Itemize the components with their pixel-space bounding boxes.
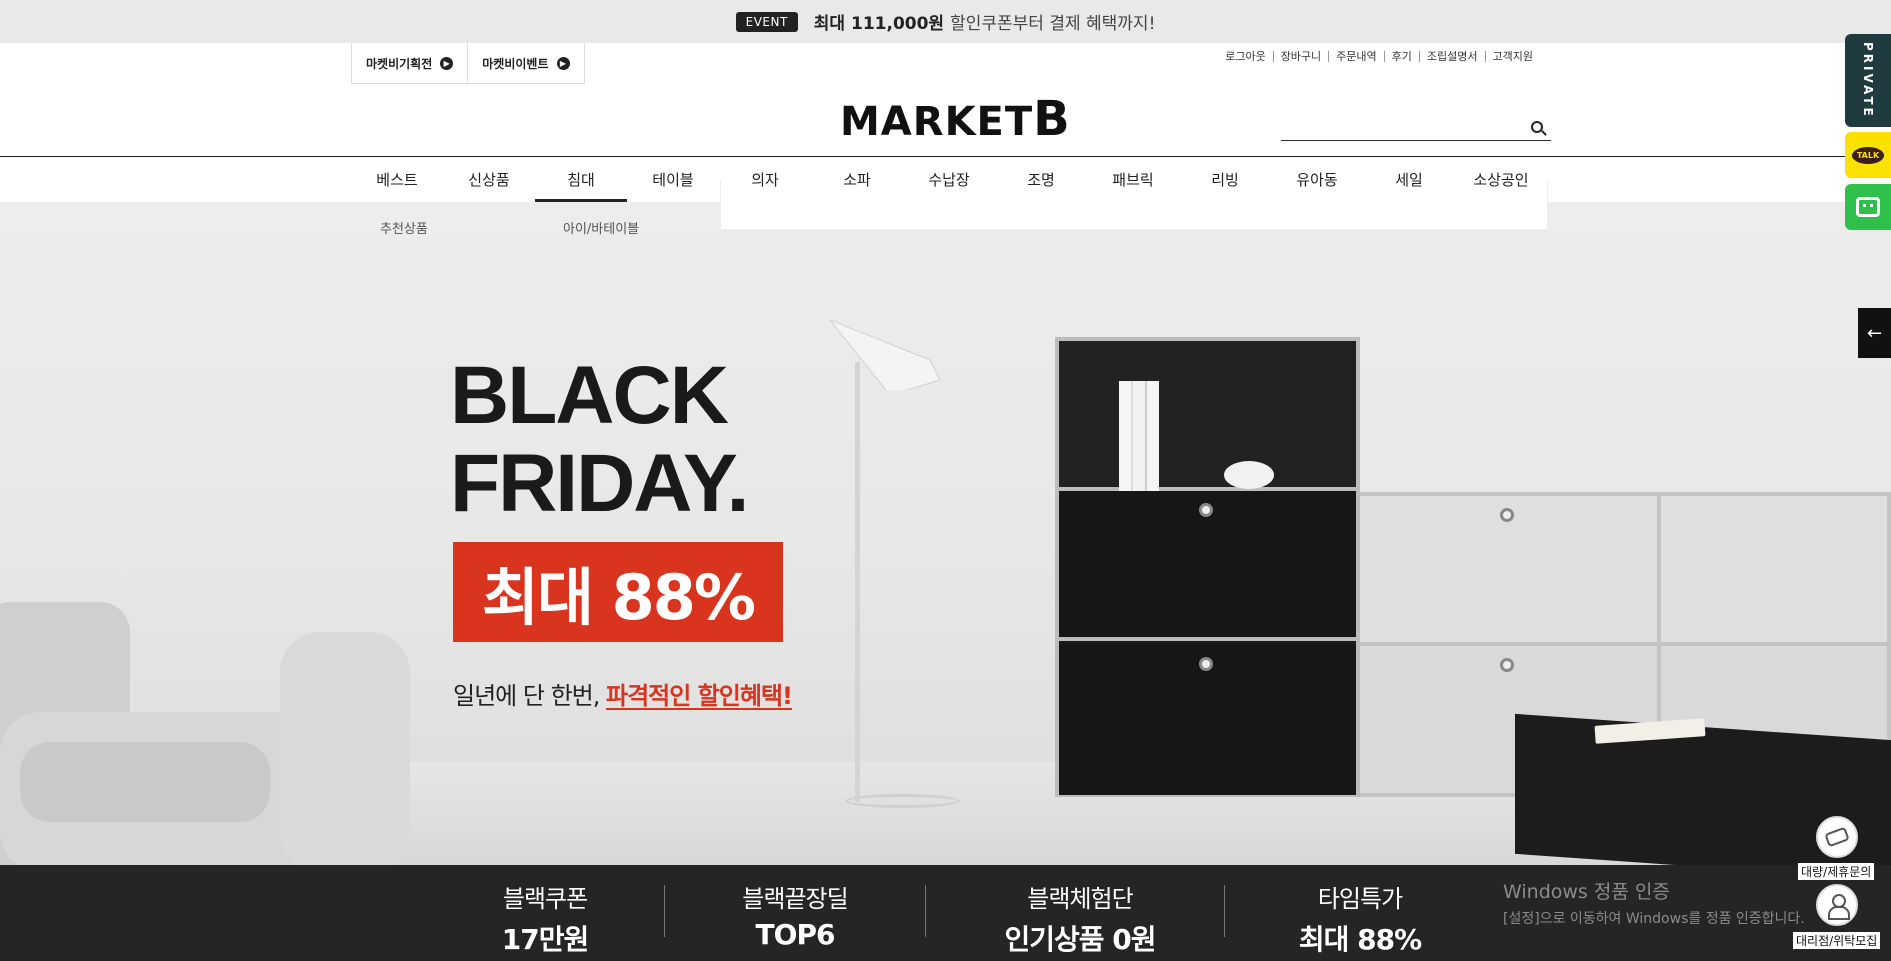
promo-tab-exhibition[interactable]: 마켓비기획전 ▶ <box>352 43 469 83</box>
benefit-value: 최대 88% <box>1298 923 1422 956</box>
benefit-black-coupon[interactable]: 블랙쿠폰 17만원 <box>480 879 610 958</box>
nav-item-kids[interactable]: 유아동 <box>1271 157 1363 202</box>
benefit-title: 블랙체험단 <box>1027 885 1133 913</box>
category-nav: 베스트 신상품 침대 테이블 의자 소파 수납장 조명 패브릭 리빙 유아동 세… <box>351 157 1547 202</box>
knob-icon <box>1199 503 1213 517</box>
arrow-left-icon: ← <box>1866 322 1883 344</box>
benefit-black-tester[interactable]: 블랙체험단 인기상품 0원 <box>985 879 1175 958</box>
chat-button[interactable] <box>1845 184 1891 230</box>
cabinet-drawer <box>1360 496 1887 646</box>
headline-line-2: FRIDAY. <box>450 438 749 529</box>
lamp-icon <box>830 320 941 390</box>
cabinet-drawer <box>1059 645 1356 795</box>
talk-icon: TALK <box>1851 146 1885 164</box>
promo-tab-label: 마켓비기획전 <box>366 56 433 71</box>
person-icon <box>1828 894 1850 920</box>
event-text: 할인쿠폰부터 결제 혜택까지! <box>950 14 1156 34</box>
sidebar-toggle-button[interactable]: ← <box>1858 308 1891 358</box>
benefit-value: TOP6 <box>755 918 836 951</box>
nav-item-living[interactable]: 리빙 <box>1179 157 1271 202</box>
benefit-time-sale[interactable]: 타임특가 최대 88% <box>1285 879 1435 958</box>
nav-item-sale[interactable]: 세일 <box>1363 157 1455 202</box>
search-input[interactable] <box>1281 115 1551 141</box>
nav-item-table[interactable]: 테이블 <box>627 157 719 202</box>
promo-tab-label: 마켓비이벤트 <box>482 56 549 71</box>
benefit-title: 블랙끝장딜 <box>742 885 848 913</box>
benefit-value: 인기상품 0원 <box>1004 923 1156 956</box>
discount-badge: 최대 88% <box>453 542 783 642</box>
nav-item-bed[interactable]: 침대 <box>535 157 627 202</box>
subline-plain: 일년에 단 한번, <box>453 682 606 710</box>
private-label: PRIVATE <box>1861 42 1875 119</box>
handshake-icon <box>1824 826 1850 848</box>
nav-item-business[interactable]: 소상공인 <box>1455 157 1547 202</box>
reviews-link[interactable]: 후기 <box>1383 51 1419 62</box>
watermark-text: [설정]으로 이동하여 Windows를 정품 인증합니다. <box>1503 911 1805 927</box>
knob-icon <box>1500 658 1514 672</box>
lamp-base <box>845 794 960 808</box>
knob-icon <box>1199 657 1213 671</box>
nav-item-fabric[interactable]: 패브릭 <box>1087 157 1179 202</box>
event-banner[interactable]: EVENT 최대 111,000원 할인쿠폰부터 결제 혜택까지! <box>0 0 1891 43</box>
decor-knot <box>1224 461 1274 489</box>
cart-link[interactable]: 장바구니 <box>1272 51 1328 62</box>
lamp-pole <box>855 362 860 802</box>
hero-subline: 일년에 단 한번, 파격적인 할인혜택! <box>453 676 793 711</box>
submenu-item-recommended[interactable]: 추천상품 <box>380 218 428 237</box>
divider <box>664 885 665 937</box>
hero-banner[interactable]: BLACK FRIDAY. 최대 88% 일년에 단 한번, 파격적인 할인혜택… <box>0 202 1891 865</box>
promo-tabs: 마켓비기획전 ▶ 마켓비이벤트 ▶ <box>351 43 585 84</box>
event-highlight: 최대 111,000원 <box>813 14 945 34</box>
nav-item-lighting[interactable]: 조명 <box>995 157 1087 202</box>
agency-label: 대리점/위탁모집 <box>1793 932 1881 949</box>
subline-highlight: 파격적인 할인혜택! <box>606 682 793 710</box>
black-cabinet-image <box>1055 337 1360 797</box>
sofa-image <box>0 602 410 865</box>
nav-item-storage[interactable]: 수납장 <box>903 157 995 202</box>
divider <box>925 885 926 937</box>
windows-activation-watermark: Windows 정품 인증 [설정]으로 이동하여 Windows를 정품 인증… <box>1503 877 1805 928</box>
orders-link[interactable]: 주문내역 <box>1328 51 1383 62</box>
logo-letter: B <box>1033 91 1071 147</box>
nav-item-new[interactable]: 신상품 <box>443 157 535 202</box>
benefit-value: 17만원 <box>501 923 590 956</box>
benefits-bar: 블랙쿠폰 17만원 블랙끝장딜 TOP6 블랙체험단 인기상품 0원 타임특가 … <box>0 865 1891 961</box>
divider <box>1224 885 1225 937</box>
benefit-black-deal[interactable]: 블랙끝장딜 TOP6 <box>720 879 870 951</box>
nav-item-chair[interactable]: 의자 <box>719 157 811 202</box>
site-logo[interactable]: MARKETB <box>840 91 1071 147</box>
event-badge: EVENT <box>735 11 798 32</box>
search-icon[interactable] <box>1531 121 1543 133</box>
partnership-button[interactable] <box>1816 816 1858 858</box>
knob-icon <box>1500 508 1514 522</box>
benefit-title: 블랙쿠폰 <box>502 885 588 913</box>
support-link[interactable]: 고객지원 <box>1484 51 1540 62</box>
chevron-right-icon: ▶ <box>440 56 454 70</box>
assembly-guide-link[interactable]: 조립설명서 <box>1418 51 1485 62</box>
utility-links: 로그아웃 장바구니 주문내역 후기 조립설명서 고객지원 <box>1218 51 1540 62</box>
hero-headline: BLACK FRIDAY. <box>450 350 749 529</box>
site-header: 마켓비기획전 ▶ 마켓비이벤트 ▶ 로그아웃 장바구니 주문내역 후기 조립설명… <box>0 43 1891 157</box>
books <box>1119 381 1159 491</box>
watermark-title: Windows 정품 인증 <box>1503 881 1670 903</box>
agency-button[interactable] <box>1816 884 1858 926</box>
logo-text: MARKET <box>840 99 1034 145</box>
private-tab[interactable]: PRIVATE <box>1845 34 1891 127</box>
cabinet-drawer <box>1059 491 1356 641</box>
promo-tab-event[interactable]: 마켓비이벤트 ▶ <box>468 43 583 83</box>
chat-icon <box>1856 197 1880 217</box>
nav-item-sofa[interactable]: 소파 <box>811 157 903 202</box>
chevron-right-icon: ▶ <box>556 56 570 70</box>
logout-link[interactable]: 로그아웃 <box>1218 51 1272 62</box>
benefit-title: 타임특가 <box>1317 885 1403 913</box>
nav-item-best[interactable]: 베스트 <box>351 157 443 202</box>
submenu-item-bar-table[interactable]: 아이/바테이블 <box>563 218 639 237</box>
cabinet-shelf <box>1059 341 1356 491</box>
kakao-talk-button[interactable]: TALK <box>1845 132 1891 178</box>
headline-line-1: BLACK <box>450 350 729 441</box>
partnership-label: 대량/제휴문의 <box>1798 863 1875 880</box>
